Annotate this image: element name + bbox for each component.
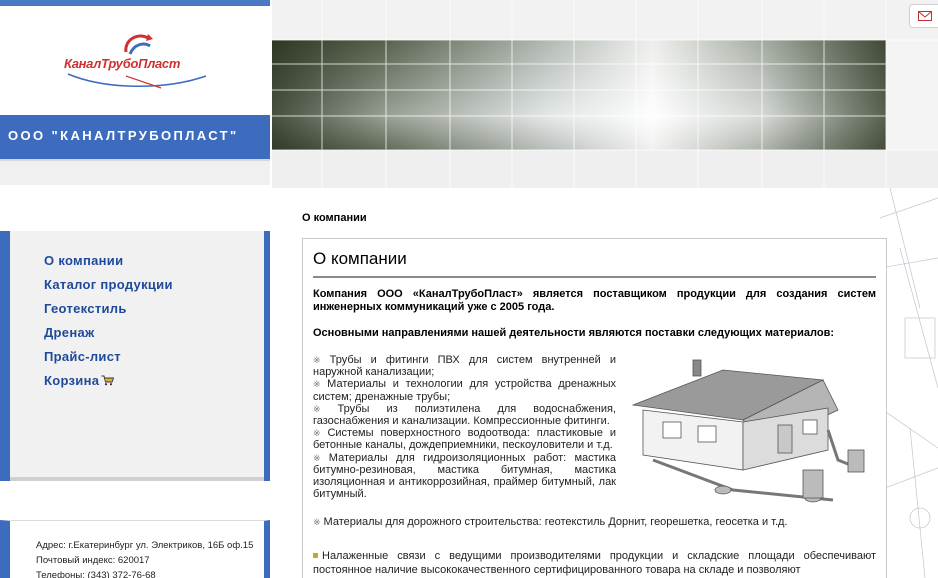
material-text: Трубы и фитинги ПВХ для систем внутренне…	[313, 354, 616, 379]
list-marker-icon: ※	[313, 379, 325, 390]
list-item: ※ Системы поверхностного водоотвода: плас…	[313, 427, 616, 451]
list-marker-icon: ※	[313, 452, 326, 463]
nav-item-cart[interactable]: Корзина	[44, 373, 173, 397]
partners-text: Налаженные связи с ведущими производител…	[313, 550, 876, 577]
materials-section: ※ Трубы и фитинги ПВХ для систем внутренн…	[313, 354, 876, 534]
list-marker-icon: ※	[313, 403, 335, 414]
address-panel: Адрес: г.Екатеринбург ул. Электриков, 16…	[0, 520, 270, 578]
material-text: Системы поверхностного водоотвода: пласт…	[313, 427, 616, 452]
nav-item-cart-label: Корзина	[44, 373, 100, 388]
list-marker-icon: ※	[313, 355, 327, 365]
header-left: КаналТрубоПласт ООО "КАНАЛТРУБОПЛАСТ"	[0, 0, 270, 185]
sidebar-nav: О компании Каталог продукции Геотекстиль…	[0, 231, 270, 481]
blueprint-background	[880, 188, 938, 578]
logo-swoosh-icon	[67, 73, 207, 89]
material-text: Материалы для дорожного строительства: г…	[323, 516, 788, 528]
list-marker-icon: ※	[313, 517, 321, 527]
address-line: Адрес: г.Екатеринбург ул. Электриков, 16…	[36, 540, 254, 551]
postal-code: Почтовый индекс: 620017	[36, 555, 150, 566]
list-marker-icon: ※	[313, 428, 325, 439]
nav-item-catalog[interactable]: Каталог продукции	[44, 277, 173, 301]
company-name-band: ООО "КАНАЛТРУБОПЛАСТ"	[0, 115, 270, 159]
page-title: О компании	[313, 249, 876, 278]
main-content: О компании Компания ООО «КаналТрубоПласт…	[302, 238, 887, 578]
nav-item-price-list[interactable]: Прайс-лист	[44, 349, 173, 373]
photo-grid-overlay	[272, 0, 938, 188]
phone-numbers: Телефоны: (343) 372-76-68	[36, 570, 156, 578]
breadcrumb: О компании	[302, 212, 367, 224]
nav-list: О компании Каталог продукции Геотекстиль…	[44, 253, 173, 397]
band-shadow	[0, 159, 270, 185]
list-item: ※ Материалы для дорожного строительства: …	[313, 516, 876, 529]
mail-icon	[918, 11, 932, 21]
list-item: ※ Материалы для гидроизоляционных работ: …	[313, 452, 616, 501]
material-text: Материалы для гидроизоляционных работ: м…	[313, 451, 616, 501]
mail-tab[interactable]	[909, 4, 938, 28]
material-text: Материалы и технологии для устройства др…	[313, 378, 616, 403]
cart-icon	[101, 375, 115, 386]
logo-text: КаналТрубоПласт	[64, 56, 181, 71]
material-text: Трубы из полиэтилена для водоснабжения, …	[313, 402, 616, 428]
materials-list: ※ Трубы и фитинги ПВХ для систем внутренн…	[313, 354, 616, 500]
content-body: Компания ООО «КаналТрубоПласт» является …	[313, 278, 876, 534]
nav-item-about[interactable]: О компании	[44, 253, 173, 277]
house-drainage-illustration	[631, 359, 865, 503]
list-item: ※ Трубы и фитинги ПВХ для систем внутренн…	[313, 354, 616, 378]
partners-text-body: Налаженные связи с ведущими производител…	[313, 550, 876, 576]
list-item: ※ Материалы и технологии для устройства д…	[313, 378, 616, 402]
nav-item-drainage[interactable]: Дренаж	[44, 325, 173, 349]
directions-text: Основными направлениями нашей деятельнос…	[313, 327, 835, 339]
bullet-square-icon	[313, 553, 318, 558]
logo[interactable]: КаналТрубоПласт	[0, 0, 270, 115]
list-item: ※ Трубы из полиэтилена для водоснабжения,…	[313, 403, 616, 427]
logo-top-bar	[0, 0, 270, 6]
nav-item-geotextile[interactable]: Геотекстиль	[44, 301, 173, 325]
header-photo-banner	[272, 0, 938, 188]
intro-text: Компания ООО «КаналТрубоПласт» является …	[313, 288, 876, 313]
